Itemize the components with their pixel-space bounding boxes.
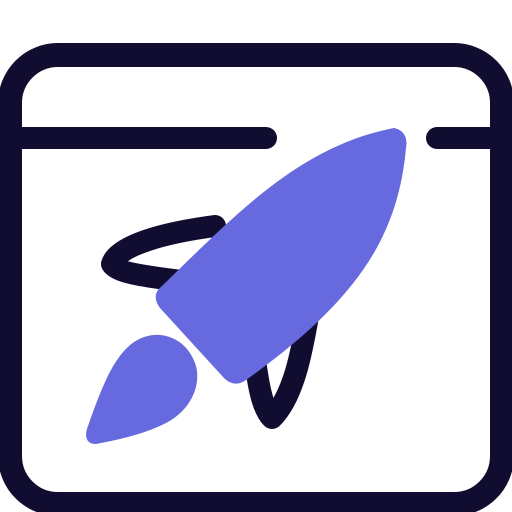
icon-canvas <box>0 0 512 512</box>
rocket-flame <box>86 334 198 444</box>
rocket-body <box>155 128 407 384</box>
browser-window-rocket-icon <box>0 43 512 512</box>
